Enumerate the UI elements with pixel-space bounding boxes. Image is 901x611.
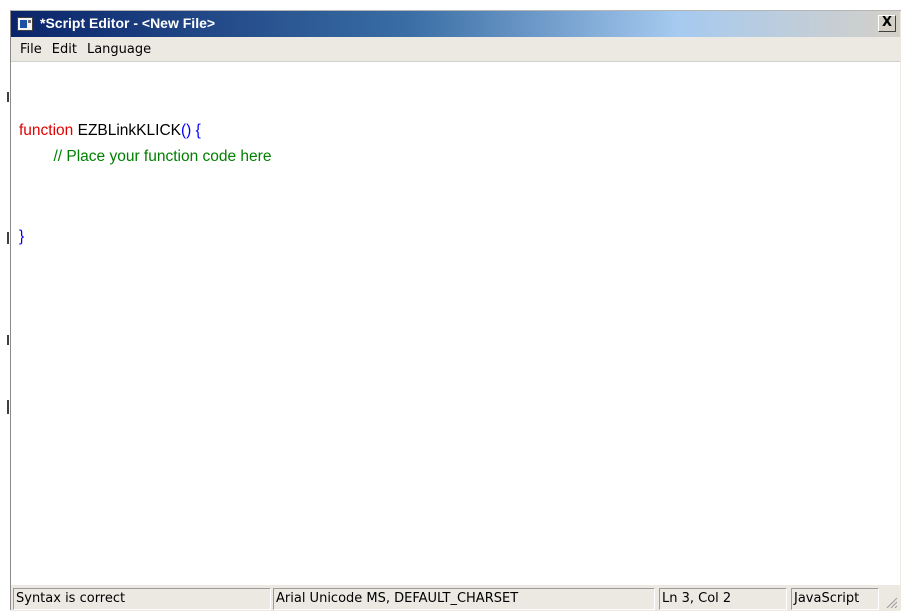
window-title: *Script Editor - <New File> [40, 15, 216, 31]
status-syntax: Syntax is correct [13, 588, 271, 610]
close-button[interactable]: X [878, 15, 896, 32]
script-editor-window: *Script Editor - <New File> X File Edit … [10, 10, 901, 611]
background-edge-mark [7, 335, 9, 345]
function-parens-brace: () { [180, 122, 201, 139]
resize-grip-icon[interactable] [884, 595, 898, 609]
code-editor[interactable]: function EZBLinkKLICK() { // Place your … [11, 61, 900, 585]
function-name: EZBLinkKLICK [73, 122, 181, 139]
menu-edit[interactable]: Edit [47, 40, 82, 59]
background-edge-mark [7, 232, 9, 244]
background-edge-mark [7, 92, 9, 102]
closing-brace: } [19, 228, 25, 245]
code-line-5[interactable]: } [19, 228, 24, 246]
status-cursor-position: Ln 3, Col 2 [659, 588, 787, 610]
close-icon: X [881, 15, 893, 30]
menu-bar: File Edit Language [11, 37, 900, 61]
code-line-2[interactable]: // Place your function code here [19, 148, 271, 166]
status-font: Arial Unicode MS, DEFAULT_CHARSET [273, 588, 655, 610]
menu-language[interactable]: Language [82, 40, 156, 59]
keyword-function: function [19, 122, 74, 139]
code-comment: // Place your function code here [19, 148, 272, 165]
status-bar: Syntax is correct Arial Unicode MS, DEFA… [11, 585, 900, 611]
background-edge-mark [7, 400, 9, 414]
title-bar[interactable]: *Script Editor - <New File> X [11, 11, 900, 37]
menu-file[interactable]: File [15, 40, 47, 59]
code-line-1[interactable]: function EZBLinkKLICK() { [19, 122, 201, 140]
script-editor-app-icon[interactable] [17, 17, 33, 31]
status-language: JavaScript [791, 588, 879, 610]
